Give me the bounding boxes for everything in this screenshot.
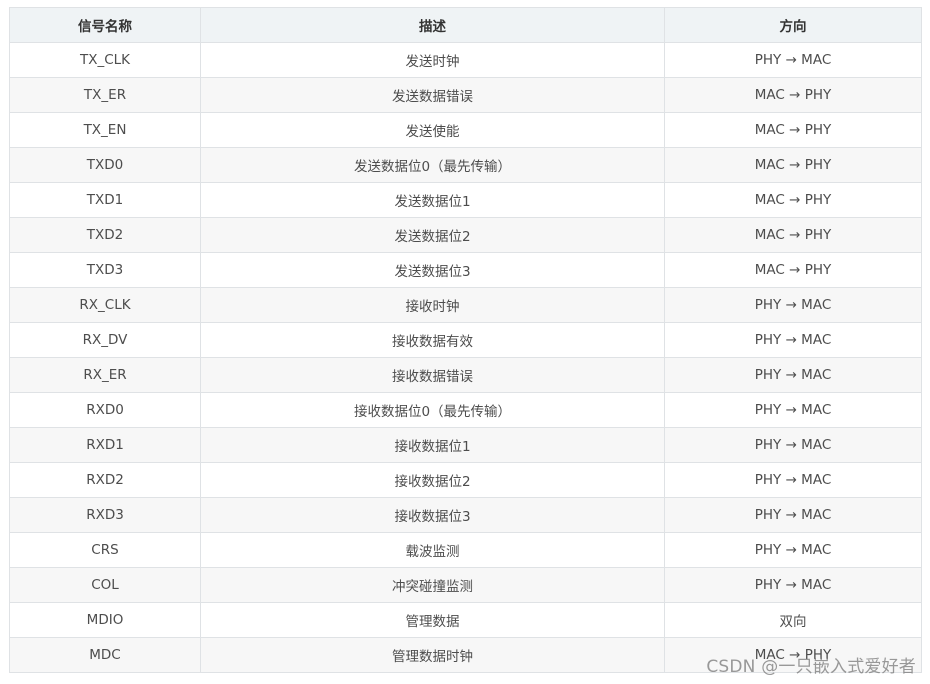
table-row: RX_DV 接收数据有效 PHY → MAC [9, 322, 922, 358]
description-cell: 冲突碰撞监测 [200, 567, 665, 603]
direction-cell: MAC → PHY [664, 112, 922, 148]
table-row: RX_CLK 接收时钟 PHY → MAC [9, 287, 922, 323]
signal-name-cell: MDC [9, 637, 201, 673]
description-cell: 发送数据位3 [200, 252, 665, 288]
signal-name-cell: TXD0 [9, 147, 201, 183]
header-row: 信号名称 描述 方向 [9, 7, 922, 43]
csdn-watermark: CSDN @一只嵌入式爱好者 [706, 657, 916, 677]
signal-name-cell: RX_DV [9, 322, 201, 358]
signal-name-cell: TX_EN [9, 112, 201, 148]
direction-cell: PHY → MAC [664, 462, 922, 498]
description-cell: 接收数据位2 [200, 462, 665, 498]
direction-cell: MAC → PHY [664, 147, 922, 183]
signal-name-cell: RXD2 [9, 462, 201, 498]
table-row: TX_EN 发送使能 MAC → PHY [9, 112, 922, 148]
signal-name-cell: TX_CLK [9, 42, 201, 78]
description-cell: 接收数据位0（最先传输） [200, 392, 665, 428]
direction-cell: 双向 [664, 602, 922, 638]
signal-name-cell: COL [9, 567, 201, 603]
signal-name-cell: RXD3 [9, 497, 201, 533]
table-row: TXD2 发送数据位2 MAC → PHY [9, 217, 922, 253]
table-row: RXD1 接收数据位1 PHY → MAC [9, 427, 922, 463]
header-direction: 方向 [664, 7, 922, 43]
signal-name-cell: TXD1 [9, 182, 201, 218]
direction-cell: PHY → MAC [664, 532, 922, 568]
table-row: RXD3 接收数据位3 PHY → MAC [9, 497, 922, 533]
direction-cell: PHY → MAC [664, 497, 922, 533]
table-body: TX_CLK 发送时钟 PHY → MAC TX_ER 发送数据错误 MAC → PHY T… [9, 42, 922, 673]
direction-cell: PHY → MAC [664, 392, 922, 428]
description-cell: 接收数据位3 [200, 497, 665, 533]
direction-cell: PHY → MAC [664, 287, 922, 323]
table-row: CRS 载波监测 PHY → MAC [9, 532, 922, 568]
description-cell: 载波监测 [200, 532, 665, 568]
signal-name-cell: MDIO [9, 602, 201, 638]
description-cell: 接收时钟 [200, 287, 665, 323]
table-row: MDIO 管理数据 双向 [9, 602, 922, 638]
direction-cell: MAC → PHY [664, 182, 922, 218]
table-row: TX_ER 发送数据错误 MAC → PHY [9, 77, 922, 113]
signal-name-cell: TXD3 [9, 252, 201, 288]
signal-table: 信号名称 描述 方向 TX_CLK 发送时钟 PHY → MAC TX_ER 发送数据错… [9, 7, 922, 673]
description-cell: 接收数据有效 [200, 322, 665, 358]
direction-cell: PHY → MAC [664, 427, 922, 463]
header-description: 描述 [200, 7, 665, 43]
header-signal-name: 信号名称 [9, 7, 201, 43]
table-row: TXD3 发送数据位3 MAC → PHY [9, 252, 922, 288]
direction-cell: MAC → PHY [664, 252, 922, 288]
description-cell: 发送时钟 [200, 42, 665, 78]
direction-cell: MAC → PHY [664, 217, 922, 253]
signal-name-cell: TX_ER [9, 77, 201, 113]
direction-cell: PHY → MAC [664, 567, 922, 603]
table-row: RXD2 接收数据位2 PHY → MAC [9, 462, 922, 498]
direction-cell: MAC → PHY [664, 77, 922, 113]
description-cell: 管理数据时钟 [200, 637, 665, 673]
signal-name-cell: RX_CLK [9, 287, 201, 323]
table-row: RX_ER 接收数据错误 PHY → MAC [9, 357, 922, 393]
signal-name-cell: RXD1 [9, 427, 201, 463]
direction-cell: PHY → MAC [664, 322, 922, 358]
table-row: TX_CLK 发送时钟 PHY → MAC [9, 42, 922, 78]
description-cell: 发送数据位0（最先传输） [200, 147, 665, 183]
direction-cell: PHY → MAC [664, 357, 922, 393]
description-cell: 发送数据错误 [200, 77, 665, 113]
signal-name-cell: TXD2 [9, 217, 201, 253]
description-cell: 接收数据错误 [200, 357, 665, 393]
description-cell: 发送数据位1 [200, 182, 665, 218]
signal-name-cell: RX_ER [9, 357, 201, 393]
table-row: COL 冲突碰撞监测 PHY → MAC [9, 567, 922, 603]
description-cell: 发送使能 [200, 112, 665, 148]
signal-name-cell: CRS [9, 532, 201, 568]
description-cell: 接收数据位1 [200, 427, 665, 463]
description-cell: 发送数据位2 [200, 217, 665, 253]
table-row: TXD0 发送数据位0（最先传输） MAC → PHY [9, 147, 922, 183]
signal-table-container: 信号名称 描述 方向 TX_CLK 发送时钟 PHY → MAC TX_ER 发送数据错… [9, 7, 922, 673]
table-row: TXD1 发送数据位1 MAC → PHY [9, 182, 922, 218]
direction-cell: PHY → MAC [664, 42, 922, 78]
description-cell: 管理数据 [200, 602, 665, 638]
table-header: 信号名称 描述 方向 [9, 7, 922, 43]
table-row: RXD0 接收数据位0（最先传输） PHY → MAC [9, 392, 922, 428]
signal-name-cell: RXD0 [9, 392, 201, 428]
